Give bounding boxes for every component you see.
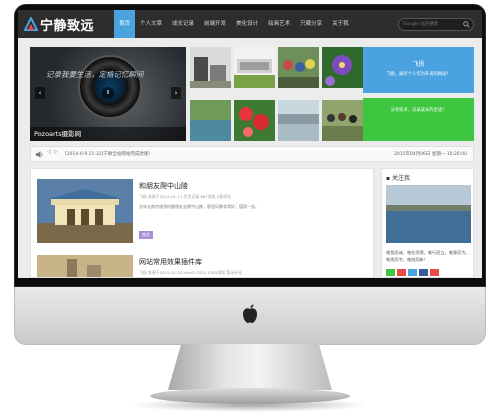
douban-icon[interactable] <box>419 269 428 276</box>
nav-item-art[interactable]: 绘画艺术 <box>263 10 295 38</box>
slider-next-button[interactable]: › <box>171 87 181 99</box>
speaker-icon[interactable] <box>35 150 44 159</box>
nav-item-articles[interactable]: 个人文章 <box>135 10 167 38</box>
photo-thumb-purple-flower[interactable] <box>322 47 363 88</box>
photo-thumb-people[interactable] <box>278 47 319 88</box>
article-thumb-gate[interactable] <box>37 179 133 243</box>
photo-thumb-lake[interactable] <box>190 100 231 141</box>
article-list: 和朋友爬中山陵 飞扬 发表于2015-01-11 生活记录 867浏览 0条评论… <box>30 168 374 278</box>
nav-item-share[interactable]: 只藏分享 <box>295 10 327 38</box>
slider-prev-button[interactable]: ‹ <box>35 87 45 99</box>
sidebar-title: ▪ 关注我 <box>386 173 410 182</box>
ticker-date: 2015年04月06日 星期一 10:26:00 <box>394 152 467 157</box>
wechat-icon[interactable] <box>386 269 395 276</box>
logo-icon <box>24 17 38 31</box>
article-excerpt: 去年去南京旅游时跟朋友去爬中山陵，那里风景非常好，值得一去。 <box>139 204 259 209</box>
article-meta: 飞扬 发表于2015-01-05 html5 CSS3 1385浏览 暂无评论 <box>139 270 242 275</box>
rss-icon[interactable] <box>430 269 439 276</box>
weibo-icon[interactable] <box>397 269 406 276</box>
list-item: 和朋友爬中山陵 飞扬 发表于2015-01-11 生活记录 867浏览 0条评论… <box>37 179 369 257</box>
search-icon[interactable] <box>463 21 470 28</box>
slider-pause-button[interactable]: II <box>102 87 114 99</box>
nav-item-home[interactable]: 首页 <box>114 10 136 38</box>
photo-thumb-river[interactable] <box>278 100 319 141</box>
article-tag[interactable]: 南京 <box>139 231 153 239</box>
browser-screen: 宁静致远 首页 个人文章 成长记录 前端开发 美化设计 绘画艺术 只藏分享 关于… <box>18 10 482 278</box>
imac-mockup: 宁静致远 首页 个人文章 成长记录 前端开发 美化设计 绘画艺术 只藏分享 关于… <box>0 0 500 418</box>
ticker-next-button[interactable]: ▷ <box>54 149 58 155</box>
photo-thumb-building[interactable] <box>190 47 231 88</box>
article-title[interactable]: 和朋友爬中山陵 <box>139 181 188 191</box>
list-item: 网站常用效果插件库 飞扬 发表于2015-01-05 html5 CSS3 13… <box>37 255 369 278</box>
share-tile[interactable]: 分享技术，记录成长的足迹！ <box>363 98 474 141</box>
share-tile-text: 分享技术，记录成长的足迹！ <box>390 108 447 113</box>
monitor-stand <box>168 344 332 390</box>
article-title[interactable]: 网站常用效果插件库 <box>139 257 202 267</box>
photo-thumb-red-flowers[interactable] <box>234 100 275 141</box>
sidebar-lake-image <box>386 185 471 243</box>
ticker-prev-button[interactable]: ◁ <box>47 149 51 155</box>
hero-caption[interactable]: Pozoarts摄影网 <box>30 127 186 141</box>
profile-tile-text: 飞扬，展示个人作为开发的网站！ <box>386 72 451 77</box>
apple-logo-icon <box>243 304 257 323</box>
article-thumb-city[interactable] <box>37 255 133 278</box>
main-nav: 首页 个人文章 成长记录 前端开发 美化设计 绘画艺术 只藏分享 关于我 <box>114 10 354 38</box>
photo-thumb-library[interactable] <box>234 47 275 88</box>
nav-item-frontend[interactable]: 前端开发 <box>199 10 231 38</box>
sidebar-motto: 唯我而诚，唯在而得，唯行而立，唯意而为，唯思而专，唯创而新！ <box>386 250 470 262</box>
search-input[interactable] <box>403 19 463 30</box>
follow-sidebar: ▪ 关注我 唯我而诚，唯在而得，唯行而立，唯意而为，唯思而专，唯创而新！ <box>381 168 474 278</box>
nav-item-about[interactable]: 关于我 <box>327 10 354 38</box>
logo-text: 宁静致远 <box>40 18 95 34</box>
hero-slogan: 记录我要生活，定格记忆瞬间 <box>46 70 144 79</box>
photo-thumb-crowd[interactable] <box>322 100 363 141</box>
nav-item-growth[interactable]: 成长记录 <box>167 10 199 38</box>
sidebar-title-text: 关注我 <box>391 175 410 182</box>
search-box <box>398 18 474 31</box>
profile-tile[interactable]: 飞扬 飞扬，展示个人作为开发的网站！ <box>363 47 474 93</box>
announcement-bar: ◁ ▷ [2014-6-9 21:32]宁静全站网站完成改版！ 2015年04月… <box>30 146 474 162</box>
qq-icon[interactable] <box>408 269 417 276</box>
article-meta: 飞扬 发表于2015-01-11 生活记录 867浏览 0条评论 <box>139 194 231 199</box>
hero-slider[interactable]: 记录我要生活，定格记忆瞬间 ‹ › II Pozoarts摄影网 <box>30 47 186 141</box>
ticker-message[interactable]: [2014-6-9 21:32]宁静全站网站完成改版！ <box>65 151 153 157</box>
social-links <box>386 269 439 276</box>
monitor-base <box>150 388 350 404</box>
top-navbar: 宁静致远 首页 个人文章 成长记录 前端开发 美化设计 绘画艺术 只藏分享 关于… <box>18 10 482 38</box>
site-logo[interactable]: 宁静致远 <box>24 15 95 34</box>
nav-item-design[interactable]: 美化设计 <box>231 10 263 38</box>
profile-tile-title: 飞扬 <box>412 61 425 68</box>
